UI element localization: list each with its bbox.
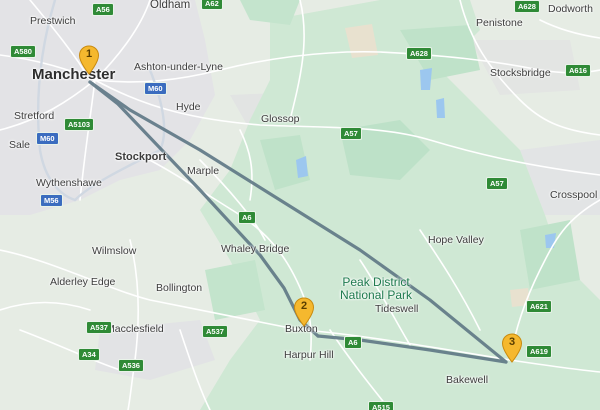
map-canvas[interactable]: Prestwich Oldham Penistone Manchester As… bbox=[0, 0, 600, 410]
route-marker-label: 3 bbox=[508, 336, 516, 348]
label-marple: Marple bbox=[187, 165, 220, 177]
road-shield: A621 bbox=[526, 300, 552, 313]
road-shield: A57 bbox=[486, 177, 508, 190]
route-marker-label: 1 bbox=[85, 48, 93, 60]
route-marker-label: 2 bbox=[300, 300, 308, 312]
label-stretford: Stretford bbox=[14, 110, 55, 122]
label-hope-valley: Hope Valley bbox=[428, 234, 484, 246]
label-ashton: Ashton-under-Lyne bbox=[134, 61, 223, 73]
label-alderley-edge: Alderley Edge bbox=[50, 276, 116, 288]
road-shield: A537 bbox=[202, 325, 228, 338]
label-penistone: Penistone bbox=[476, 17, 523, 29]
road-shield: A6 bbox=[344, 336, 362, 349]
label-prestwich: Prestwich bbox=[30, 15, 76, 27]
road-shield: A56 bbox=[92, 3, 114, 16]
label-crosspool: Crosspool bbox=[550, 189, 598, 201]
label-harpur-hill: Harpur Hill bbox=[284, 349, 334, 361]
road-shield: A57 bbox=[340, 127, 362, 140]
label-dodworth: Dodworth bbox=[548, 3, 593, 15]
label-tideswell: Tideswell bbox=[375, 303, 419, 315]
road-shield: A34 bbox=[78, 348, 100, 361]
road-shield: A62 bbox=[201, 0, 223, 10]
road-shield: M60 bbox=[144, 82, 167, 95]
label-stockport: Stockport bbox=[115, 151, 167, 163]
road-shield: M56 bbox=[40, 194, 63, 207]
label-hyde: Hyde bbox=[176, 101, 201, 113]
road-shield: A580 bbox=[10, 45, 36, 58]
road-shield: A616 bbox=[565, 64, 591, 77]
route-marker-3[interactable]: 3 bbox=[501, 333, 523, 363]
label-bakewell: Bakewell bbox=[446, 374, 489, 386]
label-manchester: Manchester bbox=[32, 66, 116, 83]
road-shield: A6 bbox=[238, 211, 256, 224]
label-stocksbridge: Stocksbridge bbox=[490, 67, 551, 79]
road-shield: A628 bbox=[406, 47, 432, 60]
label-bollington: Bollington bbox=[156, 282, 203, 294]
label-oldham: Oldham bbox=[150, 0, 191, 11]
label-sale: Sale bbox=[9, 139, 31, 151]
road-shield: A536 bbox=[118, 359, 144, 372]
label-wilmslow: Wilmslow bbox=[92, 245, 137, 257]
road-shield: A619 bbox=[526, 345, 552, 358]
road-shield: M60 bbox=[36, 132, 59, 145]
route-marker-2[interactable]: 2 bbox=[293, 297, 315, 327]
route-marker-1[interactable]: 1 bbox=[78, 45, 100, 75]
road-shield: A515 bbox=[368, 401, 394, 410]
road-shield: A537 bbox=[86, 321, 112, 334]
road-shield: A5103 bbox=[64, 118, 95, 131]
label-macclesfield: Macclesfield bbox=[106, 323, 164, 335]
label-wythenshawe: Wythenshawe bbox=[36, 177, 102, 189]
label-whaley-bridge: Whaley Bridge bbox=[221, 243, 290, 255]
label-peak-district: Peak District National Park bbox=[340, 275, 413, 302]
label-glossop: Glossop bbox=[261, 113, 300, 125]
road-shield: A628 bbox=[514, 0, 540, 13]
